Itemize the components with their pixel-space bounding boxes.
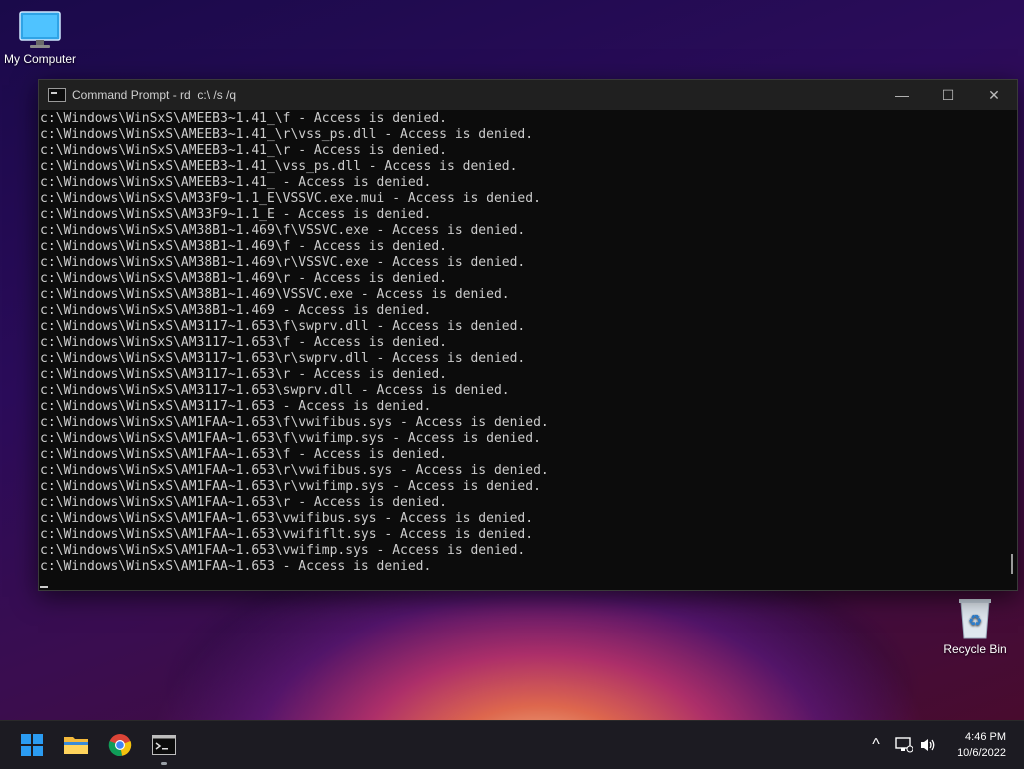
console-line: c:\Windows\WinSxS\AMEEB3~1.41_\f - Acces…	[40, 111, 447, 126]
console-line: c:\Windows\WinSxS\AM1FAA~1.653\r\vwifibu…	[40, 463, 549, 478]
console-scrollbar[interactable]	[1005, 111, 1017, 590]
console-line: c:\Windows\WinSxS\AM1FAA~1.653\f\vwifibu…	[40, 415, 549, 430]
console-line: c:\Windows\WinSxS\AMEEB3~1.41_\vss_ps.dl…	[40, 159, 518, 174]
speaker-icon	[921, 739, 935, 751]
command-prompt-taskbar-button[interactable]	[148, 729, 180, 761]
volume-button[interactable]	[918, 735, 938, 755]
console-line: c:\Windows\WinSxS\AMEEB3~1.41_ - Access …	[40, 175, 432, 190]
close-button[interactable]: ✕	[971, 80, 1017, 110]
recycle-bin-icon: ♻	[959, 599, 991, 639]
console-output[interactable]: c:\Windows\WinSxS\AMEEB3~1.41_\f - Acces…	[39, 111, 1005, 590]
console-line: c:\Windows\WinSxS\AM3117~1.653\f - Acces…	[40, 335, 447, 350]
console-line: c:\Windows\WinSxS\AM38B1~1.469\r\VSSVC.e…	[40, 255, 526, 270]
monitor-icon	[19, 11, 61, 48]
console-line: c:\Windows\WinSxS\AM33F9~1.1_E - Access …	[40, 207, 432, 222]
desktop-icon-my-computer[interactable]: My Computer	[0, 10, 80, 66]
console-line: c:\Windows\WinSxS\AM1FAA~1.653\vwifibus.…	[40, 511, 534, 526]
network-icon	[895, 737, 913, 753]
console-line: c:\Windows\WinSxS\AM1FAA~1.653\r - Acces…	[40, 495, 447, 510]
console-line: c:\Windows\WinSxS\AMEEB3~1.41_\r - Acces…	[40, 143, 447, 158]
chevron-up-icon: ^	[872, 736, 880, 753]
clock[interactable]: 4:46 PM 10/6/2022	[957, 729, 1006, 761]
console-line: c:\Windows\WinSxS\AM1FAA~1.653\f\vwifimp…	[40, 431, 541, 446]
recycle-bin-label: Recycle Bin	[943, 642, 1007, 656]
command-prompt-icon	[152, 735, 176, 755]
scrollbar-thumb[interactable]	[1011, 554, 1013, 574]
file-explorer-icon	[64, 737, 88, 754]
console-line: c:\Windows\WinSxS\AM3117~1.653\f\swprv.d…	[40, 319, 526, 334]
my-computer-label: My Computer	[3, 52, 77, 66]
desktop-icon-recycle-bin[interactable]: ♻ Recycle Bin	[935, 596, 1015, 656]
console-line: c:\Windows\WinSxS\AM1FAA~1.653\r\vwifimp…	[40, 479, 541, 494]
maximize-button[interactable]: ☐	[925, 80, 971, 110]
start-icon	[21, 734, 43, 756]
window-titlebar[interactable]: Command Prompt - rd c:\ /s /q — ☐ ✕	[39, 80, 1017, 110]
tray-overflow-button[interactable]: ^	[866, 735, 886, 755]
text-cursor	[40, 586, 48, 588]
window-title: Command Prompt - rd c:\ /s /q	[72, 88, 237, 102]
taskbar: ^ 4:46 PM 10/6/2022	[0, 720, 1024, 769]
console-line: c:\Windows\WinSxS\AM38B1~1.469\VSSVC.exe…	[40, 287, 510, 302]
start-button[interactable]	[16, 729, 48, 761]
console-line: c:\Windows\WinSxS\AM33F9~1.1_E\VSSVC.exe…	[40, 191, 541, 206]
cmd-title-icon	[48, 88, 66, 102]
console-line: c:\Windows\WinSxS\AM3117~1.653\swprv.dll…	[40, 383, 510, 398]
console-line: c:\Windows\WinSxS\AM1FAA~1.653\vwififlt.…	[40, 527, 534, 542]
console-line: c:\Windows\WinSxS\AM1FAA~1.653 - Access …	[40, 559, 432, 574]
console-line: c:\Windows\WinSxS\AM1FAA~1.653\f - Acces…	[40, 447, 447, 462]
active-app-indicator	[161, 762, 167, 765]
console-line: c:\Windows\WinSxS\AM38B1~1.469\f\VSSVC.e…	[40, 223, 526, 238]
minimize-button[interactable]: —	[879, 80, 925, 110]
chrome-button[interactable]	[104, 729, 136, 761]
console-line: c:\Windows\WinSxS\AM3117~1.653 - Access …	[40, 399, 432, 414]
console-line: c:\Windows\WinSxS\AM38B1~1.469\r - Acces…	[40, 271, 447, 286]
console-line: c:\Windows\WinSxS\AM38B1~1.469\f - Acces…	[40, 239, 447, 254]
console-line: c:\Windows\WinSxS\AM38B1~1.469 - Access …	[40, 303, 432, 318]
clock-time: 4:46 PM	[965, 731, 1006, 743]
console-line: c:\Windows\WinSxS\AM1FAA~1.653\vwifimp.s…	[40, 543, 526, 558]
svg-text:♻: ♻	[968, 611, 982, 630]
clock-date: 10/6/2022	[957, 747, 1006, 759]
console-line: c:\Windows\WinSxS\AMEEB3~1.41_\r\vss_ps.…	[40, 127, 534, 142]
chrome-icon	[108, 734, 132, 757]
console-line: c:\Windows\WinSxS\AM3117~1.653\r - Acces…	[40, 367, 447, 382]
file-explorer-button[interactable]	[60, 729, 92, 761]
network-button[interactable]	[894, 735, 914, 755]
console-line: c:\Windows\WinSxS\AM3117~1.653\r\swprv.d…	[40, 351, 526, 366]
command-prompt-window[interactable]: Command Prompt - rd c:\ /s /q — ☐ ✕ c:\W…	[38, 79, 1018, 591]
